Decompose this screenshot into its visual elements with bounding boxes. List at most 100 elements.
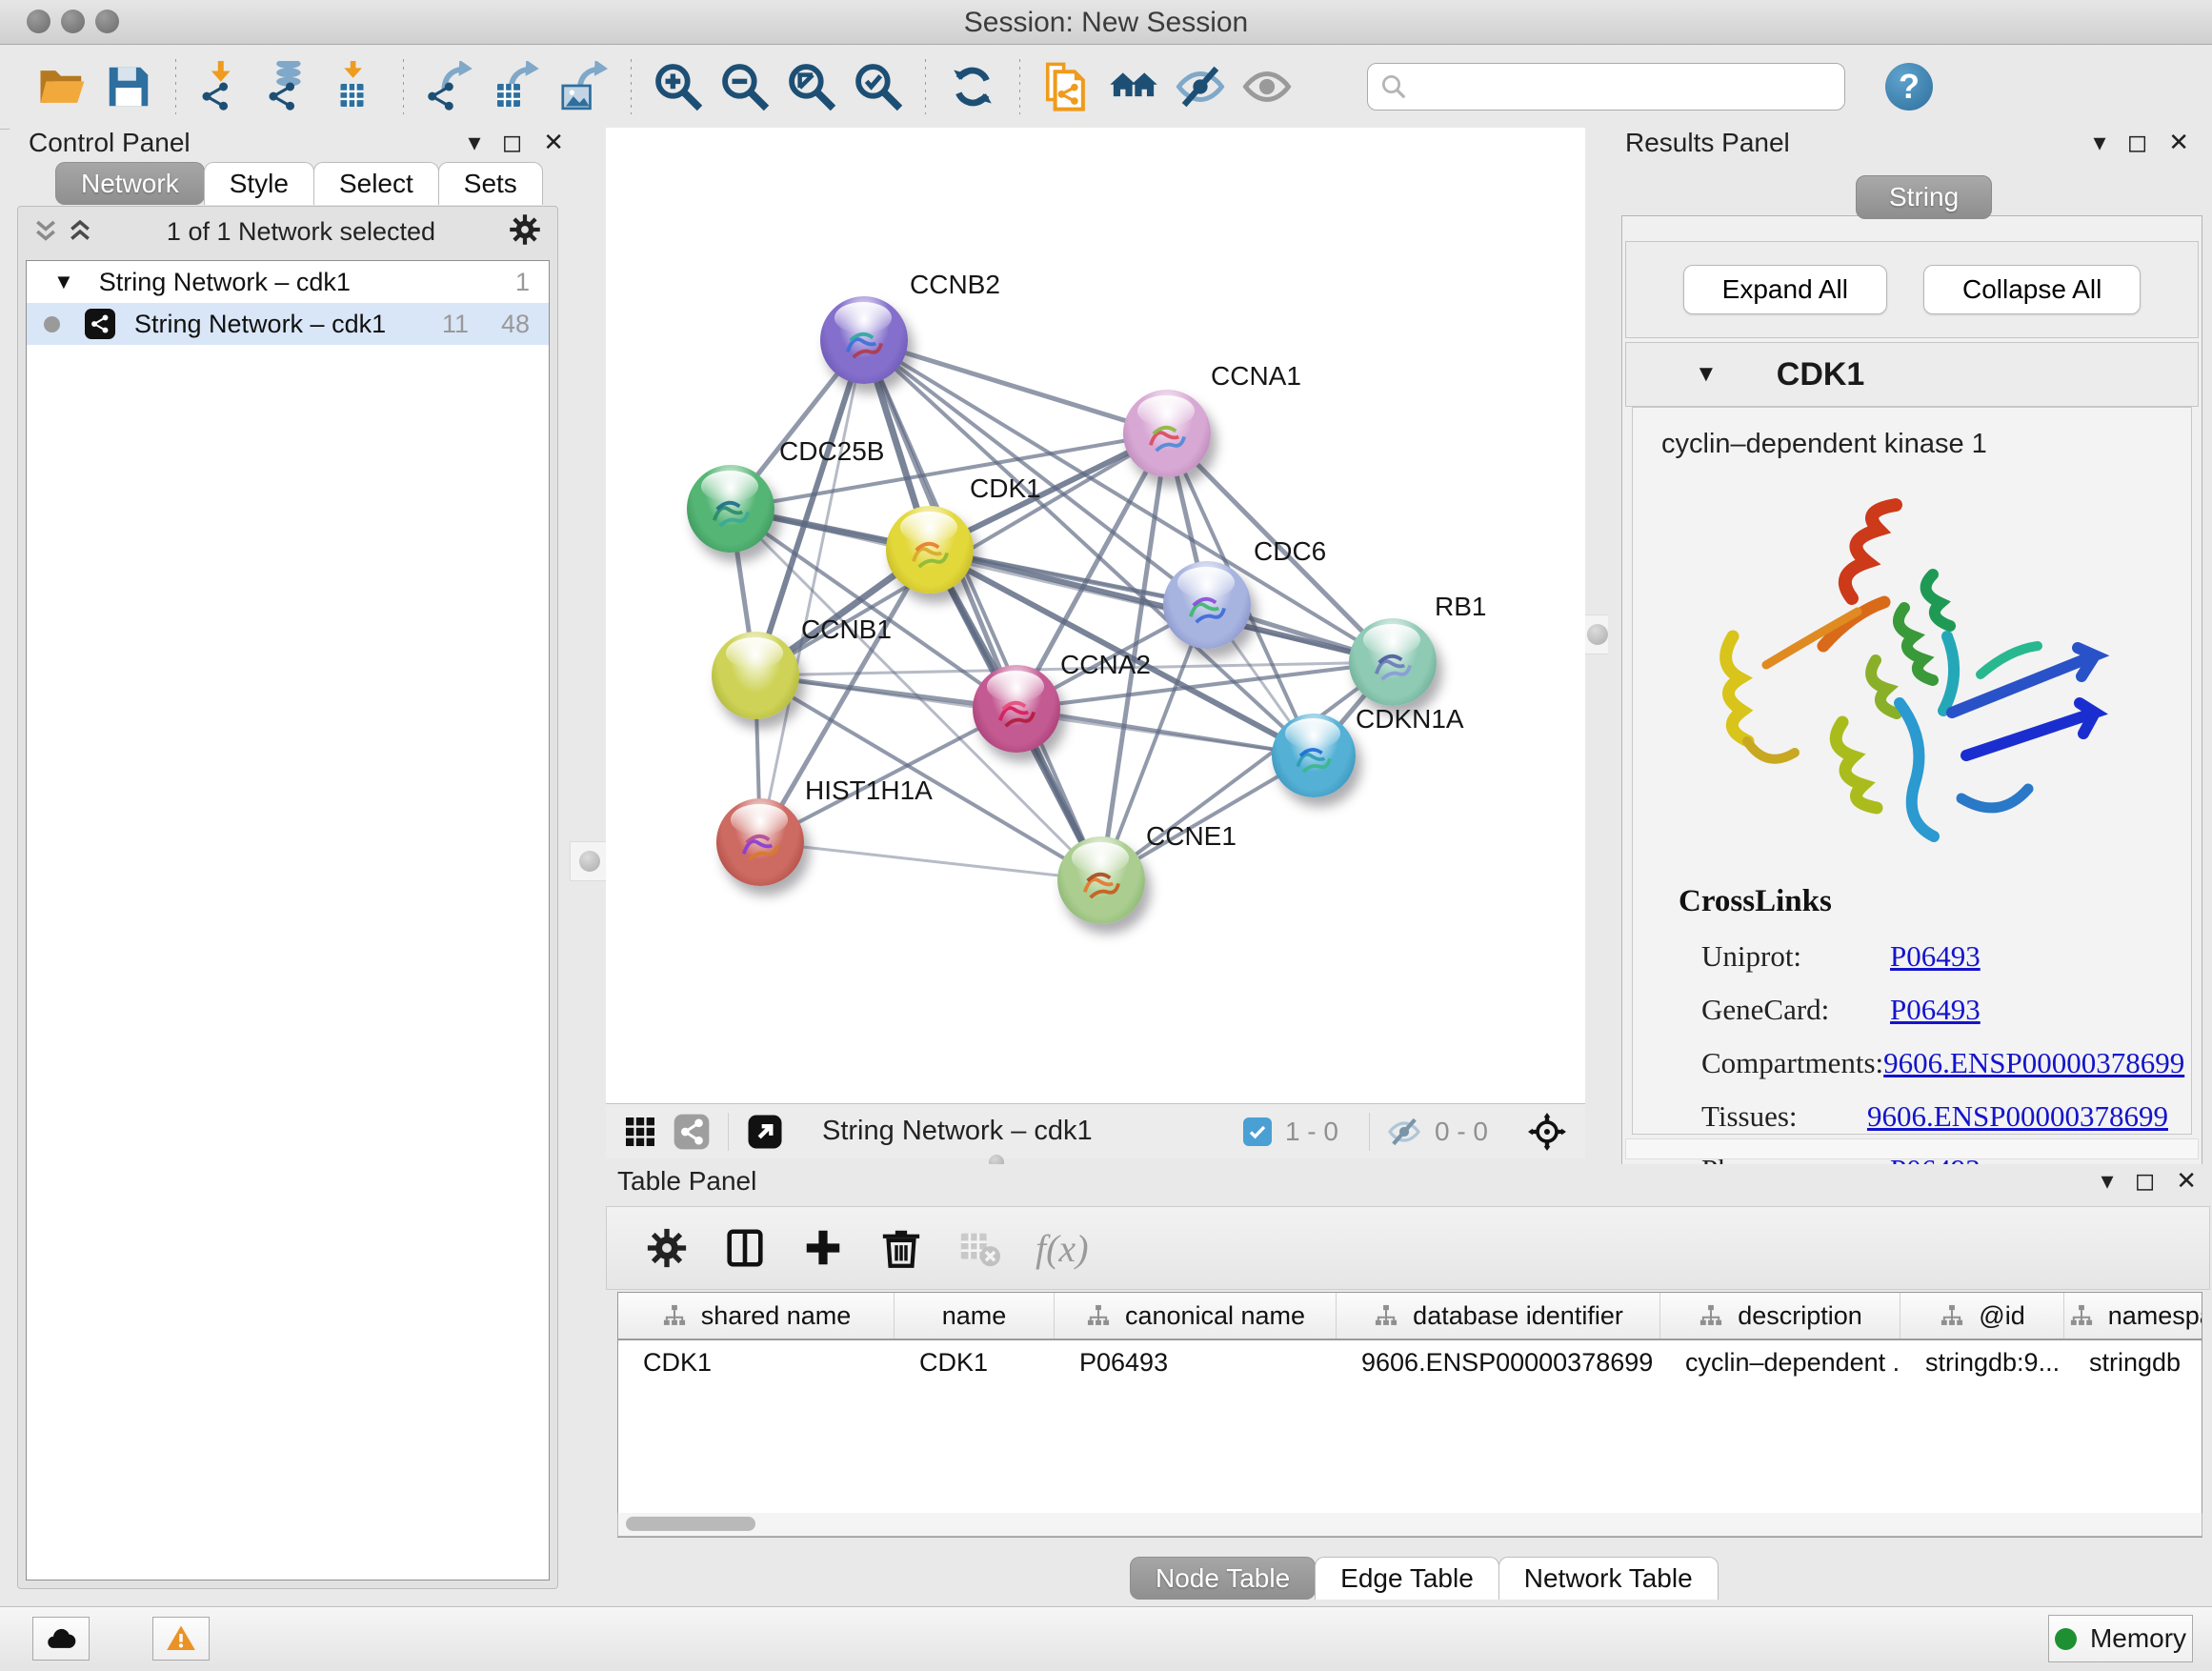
node-ccna1[interactable]	[1123, 390, 1211, 477]
collapse-all-button[interactable]: Collapse All	[1923, 265, 2141, 314]
tab-style[interactable]: Style	[204, 162, 314, 205]
node-ccna2[interactable]	[973, 665, 1060, 753]
memory-button[interactable]: Memory	[2048, 1615, 2193, 1662]
left-splitter[interactable]	[572, 128, 606, 1606]
cell-description[interactable]: cyclin–dependent ...	[1660, 1348, 1900, 1378]
node-ccne1[interactable]	[1057, 836, 1145, 924]
grid-view-icon[interactable]	[621, 1113, 659, 1151]
panel-menu-icon[interactable]: ▾	[2101, 1166, 2114, 1196]
protein-card-header[interactable]: ▼ CDK1	[1625, 342, 2199, 407]
export-image-icon[interactable]	[551, 57, 617, 116]
hide-unhide-icon[interactable]	[1167, 57, 1234, 116]
selected-checkbox-icon[interactable]	[1243, 1117, 1272, 1146]
zoom-fit-icon[interactable]	[778, 57, 845, 116]
network-row[interactable]: String Network – cdk1 11 48	[27, 303, 549, 345]
warnings-button[interactable]	[152, 1617, 210, 1661]
hidden-eye-slash-icon[interactable]	[1387, 1115, 1421, 1149]
table-row[interactable]: CDK1CDK1P064939606.ENSP00000378699cyclin…	[618, 1340, 2202, 1384]
right-splitter[interactable]	[1585, 128, 1608, 1164]
collapse-all-networks-icon[interactable]	[66, 217, 94, 246]
results-scrollbar-track[interactable]	[1625, 1138, 2199, 1159]
save-session-icon[interactable]	[95, 57, 162, 116]
open-session-icon[interactable]	[29, 57, 95, 116]
left-splitter-handle[interactable]	[570, 841, 610, 881]
main-toolbar: ?	[0, 45, 2212, 130]
protein-description: cyclin–dependent kinase 1	[1661, 429, 1987, 460]
cell-namespace[interactable]: stringdb	[2064, 1348, 2202, 1378]
birds-eye-view-icon[interactable]	[746, 1113, 784, 1151]
show-columns-icon[interactable]	[723, 1226, 767, 1270]
search-input[interactable]	[1408, 67, 1844, 107]
node-cdk1[interactable]	[886, 506, 974, 594]
node-ccnb2[interactable]	[820, 296, 908, 384]
tab-network-table[interactable]: Network Table	[1498, 1557, 1719, 1600]
export-table-icon[interactable]	[484, 57, 551, 116]
tab-string[interactable]: String	[1856, 175, 1992, 219]
panel-close-icon[interactable]: ✕	[2168, 128, 2189, 157]
expand-all-networks-icon[interactable]	[31, 217, 60, 246]
cell-shared-name[interactable]: CDK1	[618, 1348, 895, 1378]
clone-network-icon[interactable]	[1034, 57, 1100, 116]
delete-column-icon[interactable]	[879, 1226, 923, 1270]
tab-select[interactable]: Select	[313, 162, 439, 205]
table-hscrollbar-thumb[interactable]	[626, 1517, 755, 1531]
panel-menu-icon[interactable]: ▾	[2094, 128, 2106, 157]
crosslink-link[interactable]: P06493	[1890, 939, 1981, 974]
node-cdc6[interactable]	[1163, 561, 1251, 649]
node-structure-thumbnail	[1365, 637, 1421, 694]
panel-float-icon[interactable]: ◻	[2135, 1166, 2156, 1196]
table-hscrollbar-track[interactable]	[617, 1513, 2202, 1537]
import-network-icon[interactable]	[190, 57, 256, 116]
import-table-icon[interactable]	[323, 57, 390, 116]
panel-float-icon[interactable]: ◻	[2127, 128, 2148, 157]
apply-layout-icon[interactable]	[939, 57, 1006, 116]
zoom-selected-icon[interactable]	[845, 57, 912, 116]
cell-canonical-name[interactable]: P06493	[1055, 1348, 1337, 1378]
collection-expand-icon[interactable]: ▼	[53, 270, 74, 294]
collapse-protein-icon[interactable]: ▼	[1695, 361, 1718, 388]
panel-close-icon[interactable]: ✕	[2176, 1166, 2197, 1196]
table-options-gear-icon[interactable]	[645, 1226, 689, 1270]
expand-all-button[interactable]: Expand All	[1683, 265, 1887, 314]
tab-network[interactable]: Network	[55, 162, 205, 205]
cell--id[interactable]: stringdb:9...	[1900, 1348, 2064, 1378]
column-header-shared-name[interactable]: shared name	[618, 1293, 895, 1339]
cell-database-identifier[interactable]: 9606.ENSP00000378699	[1337, 1348, 1660, 1378]
network-collection-row[interactable]: ▼ String Network – cdk1 1	[27, 261, 549, 303]
edge-ccnb2-ccna1[interactable]	[864, 340, 1167, 433]
fit-selection-crosshair-icon[interactable]	[1528, 1113, 1566, 1151]
crosslink-link[interactable]: P06493	[1890, 993, 1981, 1027]
panel-close-icon[interactable]: ✕	[543, 128, 564, 157]
network-options-gear-icon[interactable]	[508, 212, 542, 252]
panel-float-icon[interactable]: ◻	[502, 128, 523, 157]
node-ccnb1[interactable]	[712, 632, 799, 719]
network-canvas[interactable]: CCNB2CCNA1CDC25BCDK1CDC6RB1CCNB1CCNA2CDK…	[606, 128, 1585, 1103]
column-header-description[interactable]: description	[1660, 1293, 1900, 1339]
zoom-in-icon[interactable]	[645, 57, 712, 116]
column-header-canonical-name[interactable]: canonical name	[1055, 1293, 1337, 1339]
search-box[interactable]	[1367, 63, 1845, 111]
tab-sets[interactable]: Sets	[438, 162, 543, 205]
node-rb1[interactable]	[1349, 618, 1437, 706]
crosslink-link[interactable]: 9606.ENSP00000378699	[1883, 1046, 2184, 1080]
column-header--id[interactable]: @id	[1900, 1293, 2064, 1339]
tab-edge-table[interactable]: Edge Table	[1315, 1557, 1499, 1600]
string-home-icon[interactable]	[1100, 57, 1167, 116]
cloud-status-button[interactable]	[32, 1617, 90, 1661]
import-network-from-database-icon[interactable]	[256, 57, 323, 116]
node-hist1h1a[interactable]	[716, 798, 804, 886]
column-header-database-identifier[interactable]: database identifier	[1337, 1293, 1660, 1339]
add-column-icon[interactable]	[801, 1226, 845, 1270]
export-network-icon[interactable]	[417, 57, 484, 116]
node-cdc25b[interactable]	[687, 465, 774, 553]
panel-menu-icon[interactable]: ▾	[469, 128, 481, 157]
column-header-namespace[interactable]: namespace	[2064, 1293, 2202, 1339]
zoom-out-icon[interactable]	[712, 57, 778, 116]
column-header-name[interactable]: name	[895, 1293, 1055, 1339]
cell-name[interactable]: CDK1	[895, 1348, 1055, 1378]
tab-node-table[interactable]: Node Table	[1130, 1557, 1316, 1600]
node-cdkn1a[interactable]	[1272, 714, 1356, 797]
crosslink-link[interactable]: 9606.ENSP00000378699	[1867, 1099, 2168, 1134]
network-view-icon[interactable]	[673, 1113, 711, 1151]
help-button[interactable]: ?	[1885, 63, 1933, 111]
